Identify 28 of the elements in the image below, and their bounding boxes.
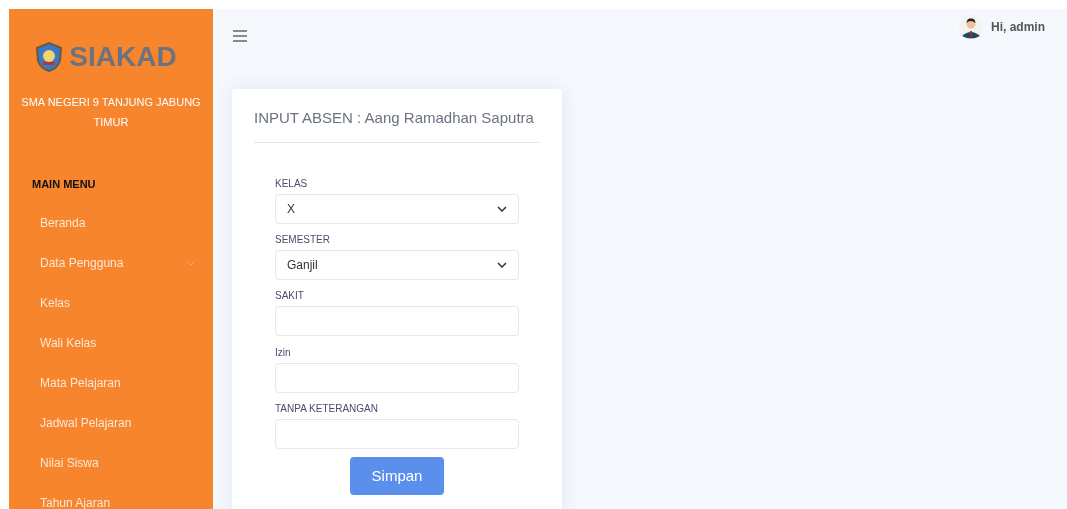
chevron-icon [497, 262, 507, 268]
select-field[interactable]: Ganjil [275, 250, 519, 280]
field-label: KELAS [275, 177, 309, 191]
school-name: SMA NEGERI 9 TANJUNG JABUNG TIMUR [20, 95, 202, 130]
brand-title: SIAKAD [69, 40, 177, 74]
field-label: SEMESTER [275, 233, 331, 247]
sidebar-item[interactable]: Kelas [9, 282, 213, 323]
form-title: INPUT ABSEN : Aang Ramadhan Saputra [254, 108, 535, 128]
field-label: Izin [275, 346, 292, 360]
input-field[interactable] [275, 419, 519, 449]
menu-heading: MAIN MENU [32, 177, 97, 192]
chevron-icon [497, 206, 507, 212]
input-field[interactable] [275, 306, 519, 336]
sidebar-item[interactable]: Mata Pelajaran [9, 362, 213, 403]
user-greeting: Hi, admin [991, 19, 1045, 36]
field-label: SAKIT [275, 289, 305, 303]
sidebar-item[interactable]: Nilai Siswa [9, 442, 213, 483]
sidebar-item[interactable]: Wali Kelas [9, 322, 213, 363]
input-field[interactable] [275, 363, 519, 393]
save-button[interactable]: Simpan [350, 457, 444, 495]
sidebar-item[interactable]: Data Pengguna [9, 242, 213, 283]
sidebar-item[interactable]: Beranda [9, 202, 213, 243]
sidebar-item[interactable]: Tahun Ajaran [9, 482, 213, 509]
user-avatar-icon[interactable] [959, 15, 983, 39]
sidebar-item[interactable]: Jadwal Pelajaran [9, 402, 213, 443]
field-label: TANPA KETERANGAN [275, 402, 379, 416]
menu-icon[interactable] [233, 30, 247, 42]
select-field[interactable]: X [275, 194, 519, 224]
